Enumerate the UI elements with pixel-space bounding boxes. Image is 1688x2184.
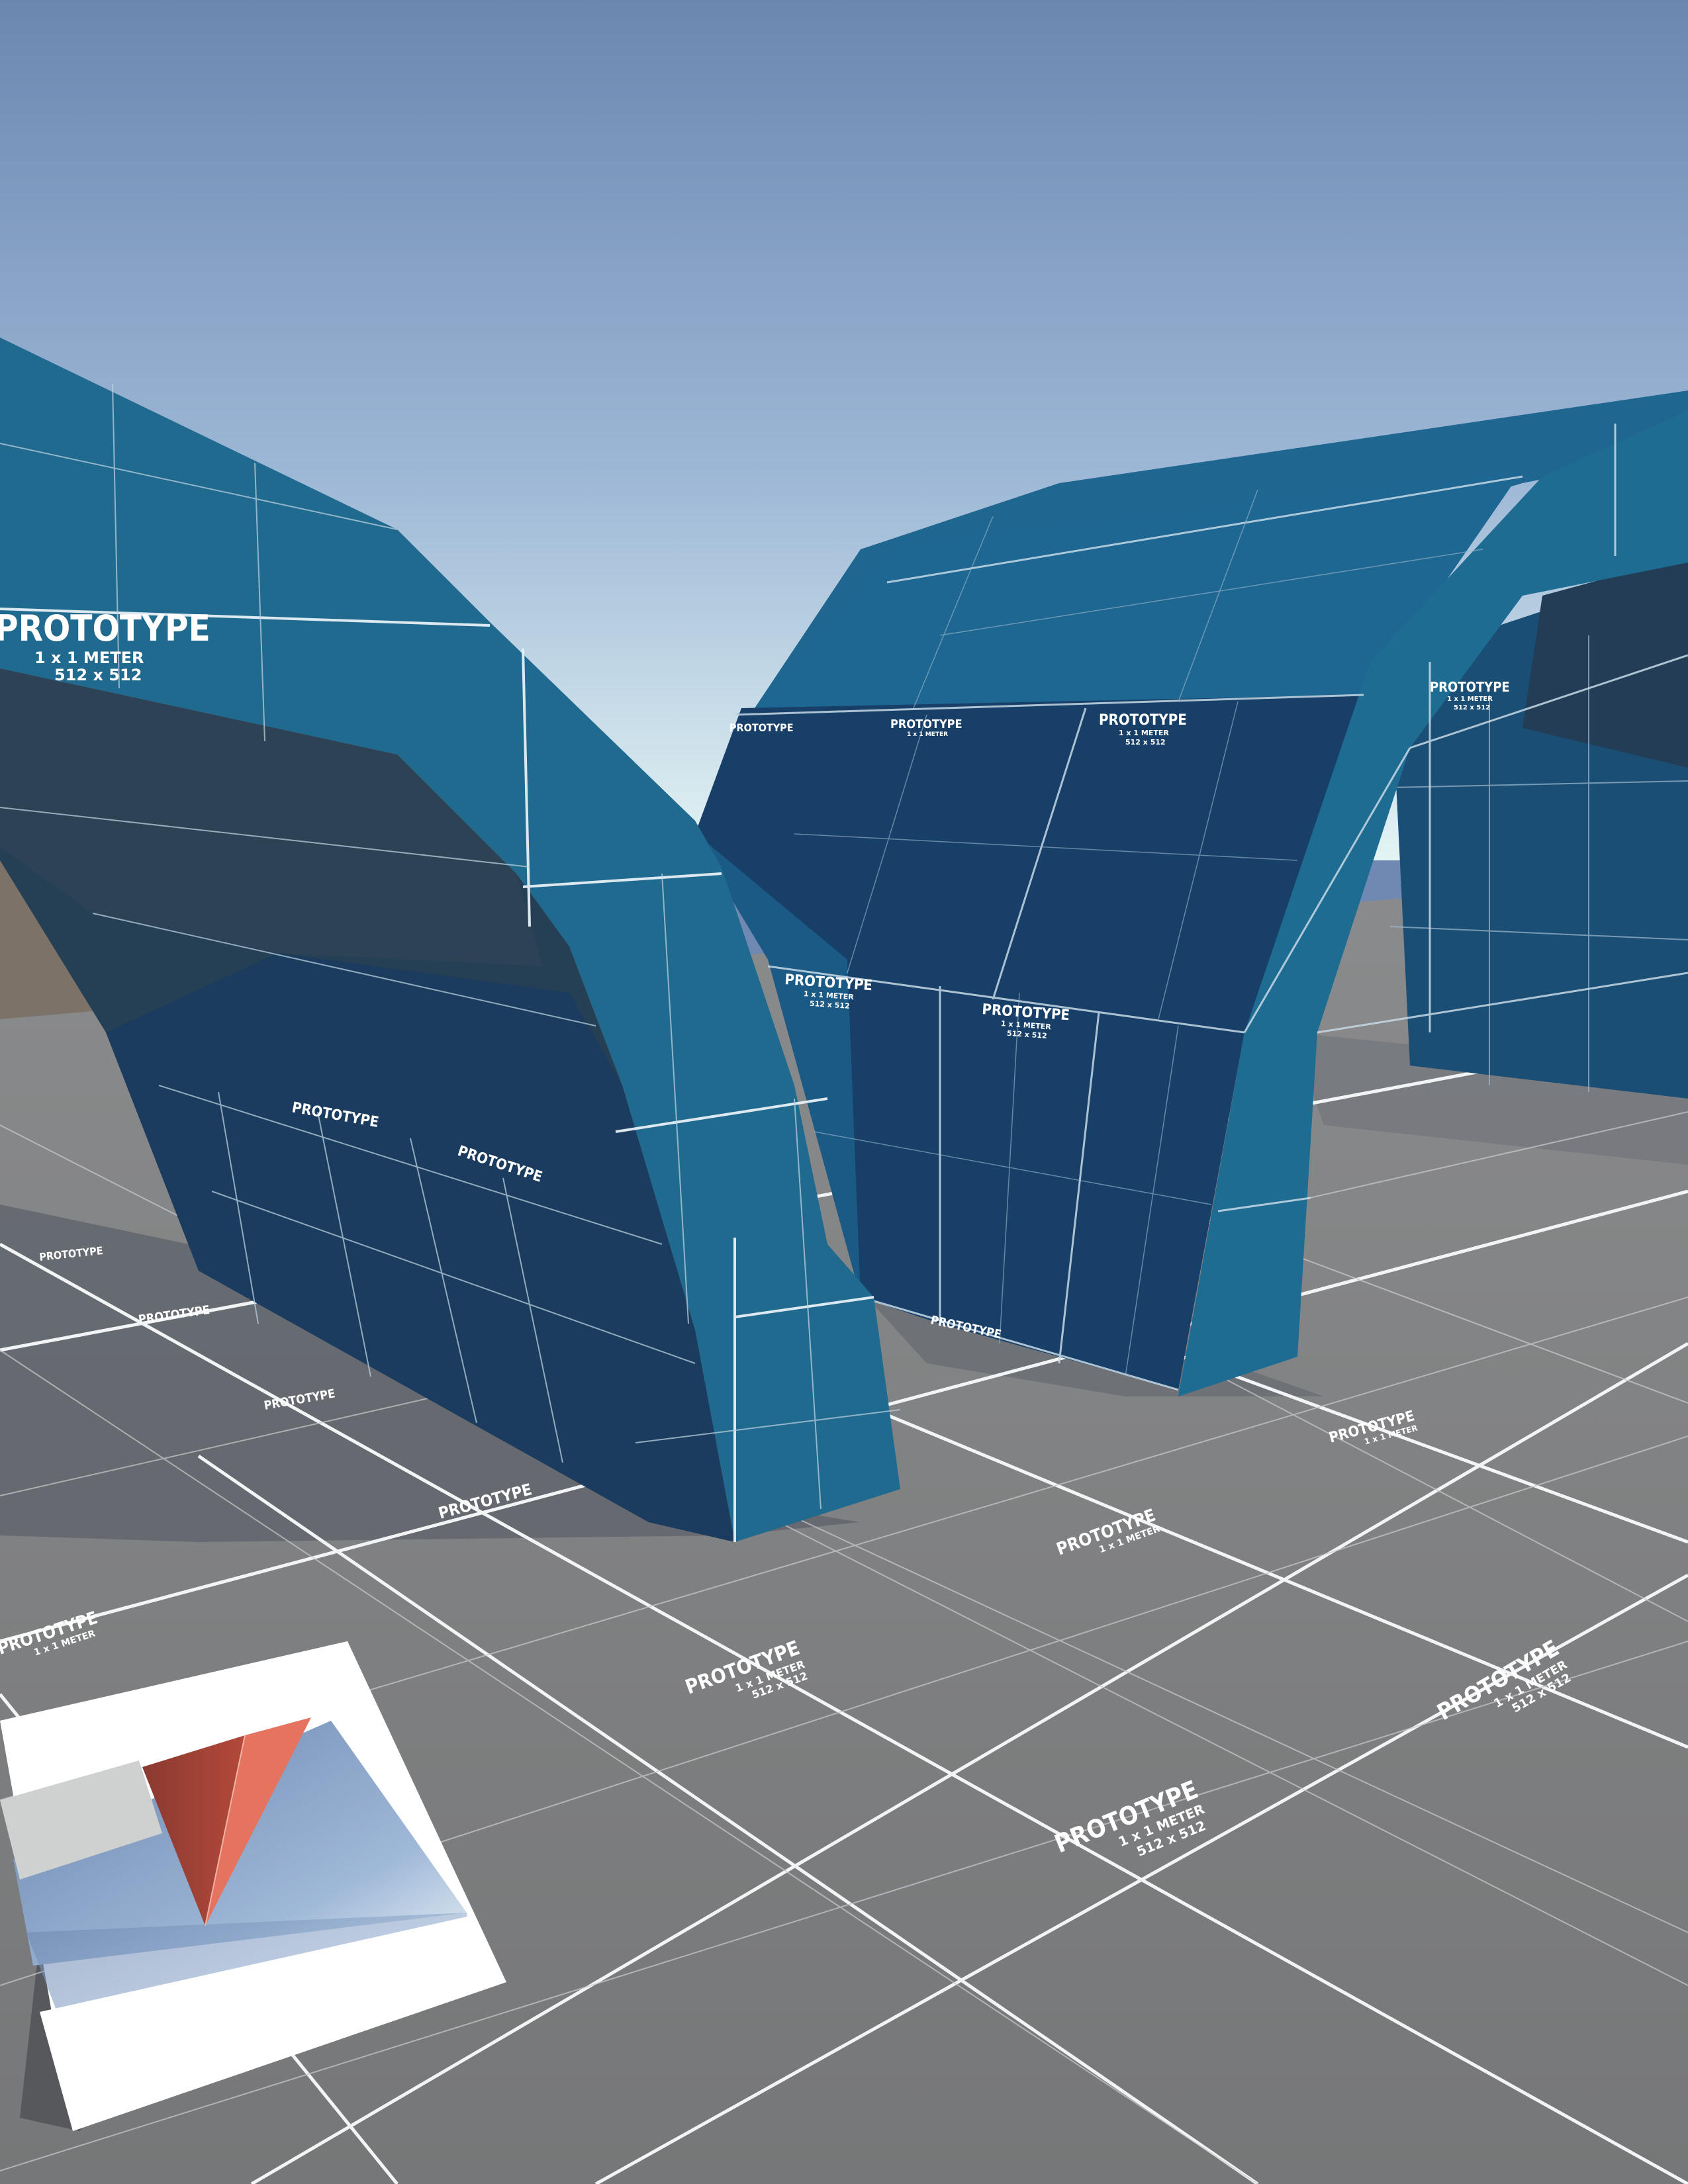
svg-text:PROTOTYPE: PROTOTYPE bbox=[890, 717, 962, 731]
svg-text:PROTOTYPE: PROTOTYPE bbox=[729, 721, 794, 734]
svg-text:1 x 1 METER: 1 x 1 METER bbox=[907, 731, 948, 738]
svg-text:512 x 512: 512 x 512 bbox=[1454, 704, 1490, 711]
game-viewport[interactable]: PROTOTYPE 1 x 1 METER 512 x 512 PROTOTYP… bbox=[0, 0, 1688, 2184]
svg-text:512 x 512: 512 x 512 bbox=[1125, 738, 1166, 747]
svg-text:1 x 1 METER: 1 x 1 METER bbox=[34, 649, 144, 667]
svg-text:PROTOTYPE: PROTOTYPE bbox=[0, 608, 211, 649]
svg-text:1 x 1 METER: 1 x 1 METER bbox=[1447, 696, 1493, 703]
svg-text:1 x 1 METER: 1 x 1 METER bbox=[1119, 729, 1169, 737]
svg-text:512 x 512: 512 x 512 bbox=[54, 666, 142, 684]
svg-text:PROTOTYPE: PROTOTYPE bbox=[1099, 712, 1187, 729]
svg-text:PROTOTYPE: PROTOTYPE bbox=[1430, 679, 1510, 695]
